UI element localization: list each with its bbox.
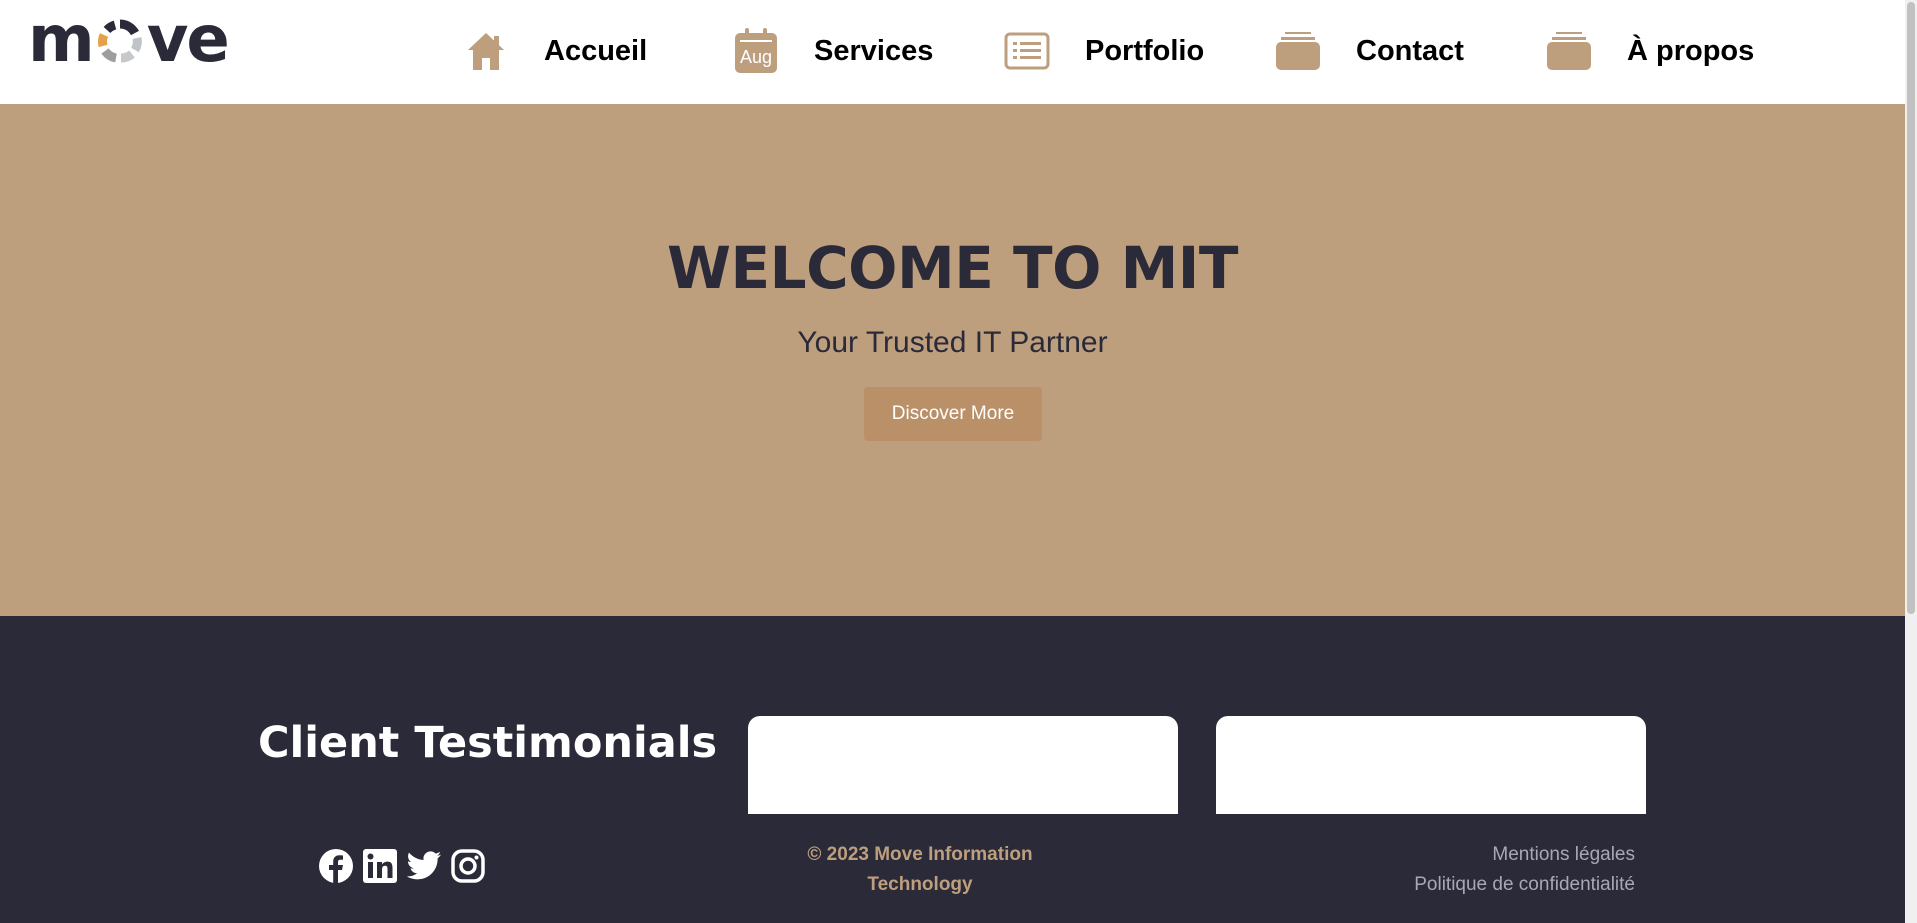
testimonials-footer-section: Client Testimonials © 2023 Move Informat…	[0, 616, 1905, 923]
logo-ring-icon	[95, 15, 145, 65]
nav-label: Services	[814, 34, 934, 67]
logo-letters-ve: ve	[146, 3, 230, 77]
nav-item-services[interactable]: Aug Services	[732, 26, 933, 76]
legal-links: Mentions légales Politique de confidenti…	[1414, 840, 1635, 900]
privacy-policy-link[interactable]: Politique de confidentialité	[1414, 870, 1635, 900]
logo[interactable]: m ve	[28, 3, 233, 77]
testimonial-card	[748, 716, 1178, 814]
nav-item-a-propos[interactable]: À propos	[1545, 26, 1754, 76]
twitter-icon[interactable]	[406, 848, 442, 884]
testimonials-title: Client Testimonials	[258, 718, 718, 768]
folder-icon	[1545, 27, 1593, 75]
discover-more-button[interactable]: Discover More	[864, 387, 1042, 441]
social-links	[318, 848, 486, 884]
calendar-icon-text: Aug	[740, 47, 772, 67]
list-icon	[1003, 27, 1051, 75]
copyright-line1: © 2023 Move Information	[807, 844, 1033, 865]
nav-label: Portfolio	[1085, 34, 1205, 67]
site-header: m ve Accueil Aug Services Portfolio Cont…	[0, 0, 1905, 104]
mentions-legales-link[interactable]: Mentions légales	[1414, 840, 1635, 870]
nav-label: Accueil	[544, 34, 648, 67]
folder-icon	[1274, 27, 1322, 75]
linkedin-icon[interactable]	[362, 848, 398, 884]
copyright-line2: Technology	[867, 874, 973, 895]
facebook-icon[interactable]	[318, 848, 354, 884]
copyright: © 2023 Move Information Technology	[790, 840, 1050, 900]
scrollbar-thumb[interactable]	[1907, 2, 1915, 614]
testimonial-card	[1216, 716, 1646, 814]
hero-title: WELCOME TO MIT	[667, 234, 1238, 302]
home-icon	[462, 27, 510, 75]
nav-item-portfolio[interactable]: Portfolio	[1003, 26, 1204, 76]
page-scrollbar[interactable]	[1905, 0, 1917, 923]
instagram-icon[interactable]	[450, 848, 486, 884]
nav-item-contact[interactable]: Contact	[1274, 26, 1464, 76]
nav-label: À propos	[1627, 34, 1755, 67]
nav-item-accueil[interactable]: Accueil	[462, 26, 647, 76]
nav-label: Contact	[1356, 34, 1464, 67]
logo-letter-m: m	[28, 3, 95, 77]
calendar-icon: Aug	[732, 27, 780, 75]
hero-section: WELCOME TO MIT Your Trusted IT Partner D…	[0, 104, 1905, 616]
hero-subtitle: Your Trusted IT Partner	[797, 326, 1108, 359]
